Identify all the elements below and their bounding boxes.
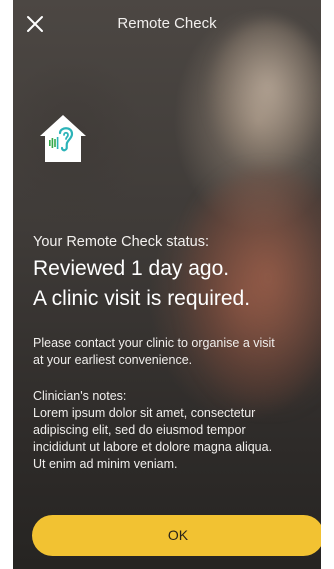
instructions-line: Please contact your clinic to organise a… [33,336,275,350]
ok-button[interactable]: OK [32,515,321,556]
status-label: Your Remote Check status: [33,234,209,250]
page-title: Remote Check [117,15,217,32]
instructions-line: at your earliest convenience. [33,353,193,367]
top-bar: Remote Check [13,0,321,48]
status-reviewed: Reviewed 1 day ago. [33,257,230,280]
remote-check-screen: Remote Check Your Remote Check status: R… [13,0,321,569]
clinician-notes: Clinician's notes: Lorem ipsum dolor sit… [33,388,318,473]
instructions-text: Please contact your clinic to organise a… [33,335,318,369]
notes-heading: Clinician's notes: [33,389,127,403]
notes-line: Lorem ipsum dolor sit amet, consectetur [33,406,256,420]
status-action-required: A clinic visit is required. [33,287,251,310]
notes-line: incididunt ut labore et dolore magna ali… [33,440,273,454]
house-ear-icon [38,113,88,165]
notes-line: Ut enim ad minim veniam. [33,457,178,471]
notes-line: adipiscing elit, sed do eiusmod tempor [33,423,246,437]
